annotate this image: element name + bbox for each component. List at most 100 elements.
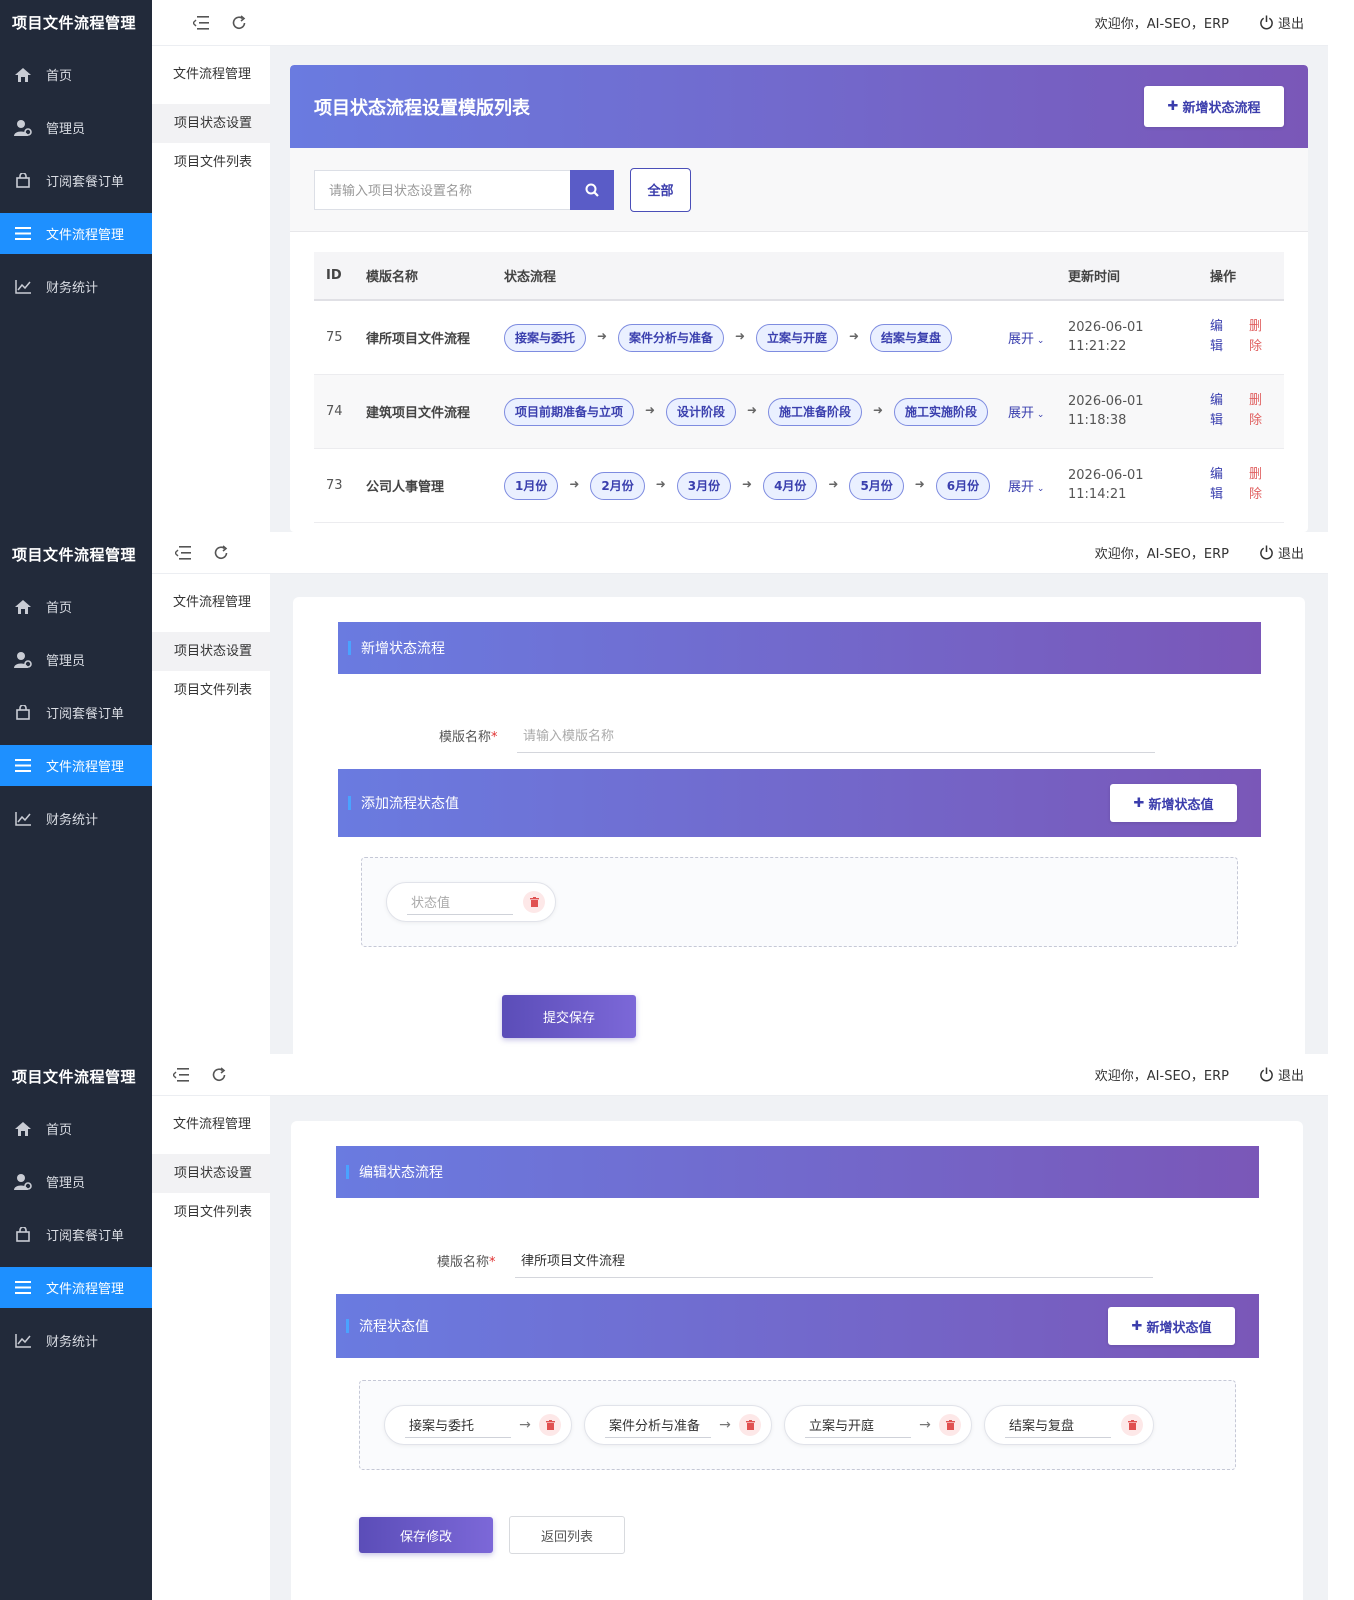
delete-link[interactable]: 删除 xyxy=(1249,391,1262,431)
expand-link[interactable]: 展开 ⌄ xyxy=(1008,332,1044,347)
screen-edit-flow: 项目文件流程管理 首页 管理员 订阅套餐订单 文件流程管理 财务统计 欢迎你，A… xyxy=(0,1054,1328,1600)
logout-button[interactable]: 退出 xyxy=(1259,543,1304,562)
nav-file-flow[interactable]: 文件流程管理 xyxy=(0,213,152,254)
nav-label: 管理员 xyxy=(46,1176,86,1191)
template-name-label: 模版名称* xyxy=(439,726,498,745)
nav-home[interactable]: 首页 xyxy=(0,54,152,95)
collapse-menu-icon[interactable] xyxy=(172,1066,190,1084)
chevron-down-icon: ⌄ xyxy=(1034,483,1045,494)
nav-admin[interactable]: 管理员 xyxy=(0,107,152,148)
logout-button[interactable]: 退出 xyxy=(1259,13,1304,32)
subnav-item-status-settings[interactable]: 项目状态设置 xyxy=(152,632,270,671)
delete-link[interactable]: 删除 xyxy=(1249,317,1262,357)
line-chart-icon xyxy=(12,1333,34,1348)
nav-finance[interactable]: 财务统计 xyxy=(0,1320,152,1361)
delete-link[interactable]: 删除 xyxy=(1249,465,1262,505)
row-expand-cell: 展开 ⌄ xyxy=(996,300,1056,375)
line-chart-icon xyxy=(12,279,34,294)
status-chip: 6月份 xyxy=(935,472,991,500)
template-name-input[interactable]: 请输入模版名称 xyxy=(517,717,1155,753)
arrow-right-icon: ➜ xyxy=(742,477,753,491)
search-input[interactable]: 请输入项目状态设置名称 xyxy=(314,169,570,210)
subnav-item-status-settings[interactable]: 项目状态设置 xyxy=(152,104,270,143)
status-value-input[interactable]: 结案与复盘 xyxy=(1005,1412,1111,1438)
subnav-title: 文件流程管理 xyxy=(173,1117,252,1132)
status-value-input[interactable]: 案件分析与准备 xyxy=(605,1412,711,1438)
subnav-title: 文件流程管理 xyxy=(173,67,252,82)
trash-icon xyxy=(529,897,539,907)
add-status-value-button[interactable]: ✚ 新增状态值 xyxy=(1110,784,1237,822)
back-to-list-button[interactable]: 返回列表 xyxy=(509,1516,625,1554)
trash-icon xyxy=(745,1420,755,1430)
nav-orders[interactable]: 订阅套餐订单 xyxy=(0,692,152,733)
collapse-menu-icon[interactable] xyxy=(174,544,192,562)
all-filter-button[interactable]: 全部 xyxy=(630,167,691,212)
refresh-icon[interactable] xyxy=(210,1066,228,1084)
col-updated: 更新时间 xyxy=(1056,252,1198,301)
delete-value-button[interactable] xyxy=(739,1414,761,1436)
template-list-card: 项目状态流程设置模版列表 ✚ 新增状态流程 请输入项目状态设置名称 全部 ID 模… xyxy=(290,65,1308,532)
topbar: 欢迎你，AI-SEO，ERP 退出 xyxy=(152,1054,1328,1096)
nav-orders[interactable]: 订阅套餐订单 xyxy=(0,160,152,201)
edit-link[interactable]: 编辑 xyxy=(1210,391,1223,431)
subnav-title: 文件流程管理 xyxy=(173,595,252,610)
nav-file-flow[interactable]: 文件流程管理 xyxy=(0,1267,152,1308)
template-name-input[interactable]: 律所项目文件流程 xyxy=(515,1242,1153,1278)
status-value-item: 案件分析与准备 → xyxy=(584,1405,772,1445)
submit-save-button[interactable]: 提交保存 xyxy=(502,995,636,1038)
edit-link[interactable]: 编辑 xyxy=(1210,465,1223,505)
nav-label: 订阅套餐订单 xyxy=(46,707,125,722)
edit-link[interactable]: 编辑 xyxy=(1210,317,1223,357)
nav-admin[interactable]: 管理员 xyxy=(0,1161,152,1202)
expand-link[interactable]: 展开 ⌄ xyxy=(1008,406,1044,421)
refresh-icon[interactable] xyxy=(230,14,248,32)
expand-link[interactable]: 展开 ⌄ xyxy=(1008,480,1044,495)
add-status-value-button[interactable]: ✚ 新增状态值 xyxy=(1108,1307,1235,1345)
nav-label: 文件流程管理 xyxy=(46,228,125,243)
status-chip: 立案与开庭 xyxy=(756,324,839,353)
arrow-right-icon: ➜ xyxy=(644,403,656,417)
update-date: 2026-06-01 xyxy=(1068,394,1144,409)
subnav-item-file-list[interactable]: 项目文件列表 xyxy=(152,143,270,182)
search-button[interactable] xyxy=(570,169,614,210)
nav-admin[interactable]: 管理员 xyxy=(0,639,152,680)
nav-label: 首页 xyxy=(46,69,73,84)
logout-button[interactable]: 退出 xyxy=(1259,1065,1304,1084)
add-flow-button[interactable]: ✚ 新增状态流程 xyxy=(1144,86,1284,127)
sidebar: 项目文件流程管理 首页 管理员 订阅套餐订单 文件流程管理 财务统计 xyxy=(0,0,152,532)
delete-value-button[interactable] xyxy=(539,1414,561,1436)
nav-finance[interactable]: 财务统计 xyxy=(0,266,152,307)
sub-nav: 文件流程管理 项目状态设置 项目文件列表 xyxy=(152,46,270,532)
subnav-item-file-list[interactable]: 项目文件列表 xyxy=(152,671,270,710)
page-title: 项目状态流程设置模版列表 xyxy=(314,97,530,119)
save-changes-button[interactable]: 保存修改 xyxy=(359,1517,493,1553)
label-text: 模版名称 xyxy=(437,1255,490,1270)
nav-home[interactable]: 首页 xyxy=(0,1108,152,1149)
power-icon xyxy=(1260,1067,1273,1082)
refresh-icon[interactable] xyxy=(212,544,230,562)
arrow-right-icon: ➜ xyxy=(655,477,666,491)
status-value-input[interactable]: 状态值 xyxy=(407,889,513,915)
section-marker xyxy=(346,1319,349,1333)
nav-finance[interactable]: 财务统计 xyxy=(0,798,152,839)
edit-flow-header: 编辑状态流程 xyxy=(336,1146,1259,1198)
row-updated-time: 2026-06-01 11:21:22 xyxy=(1056,300,1198,375)
template-table: ID 模版名称 状态流程 更新时间 操作 75 律所项目文件流程 接案与委托 ➜ 案件分… xyxy=(314,252,1284,523)
nav-orders[interactable]: 订阅套餐订单 xyxy=(0,1214,152,1255)
subnav-item-status-settings[interactable]: 项目状态设置 xyxy=(152,1154,270,1193)
collapse-menu-icon[interactable] xyxy=(192,14,210,32)
user-gear-icon xyxy=(12,119,34,136)
delete-value-button[interactable] xyxy=(939,1414,961,1436)
status-value-input[interactable]: 接案与委托 xyxy=(405,1412,511,1438)
arrow-right-icon: ➜ xyxy=(569,477,580,491)
status-value-input[interactable]: 立案与开庭 xyxy=(805,1412,911,1438)
subnav-item-file-list[interactable]: 项目文件列表 xyxy=(152,1193,270,1232)
delete-value-button[interactable] xyxy=(1121,1414,1143,1436)
arrow-right-icon: ➜ xyxy=(914,477,925,491)
topbar: 欢迎你，AI-SEO，ERP 退出 xyxy=(152,532,1328,574)
nav-home[interactable]: 首页 xyxy=(0,586,152,627)
arrow-right-icon: → xyxy=(919,1417,931,1433)
nav-file-flow[interactable]: 文件流程管理 xyxy=(0,745,152,786)
delete-value-button[interactable] xyxy=(523,891,545,913)
add-flow-label: 新增状态流程 xyxy=(1182,101,1261,116)
